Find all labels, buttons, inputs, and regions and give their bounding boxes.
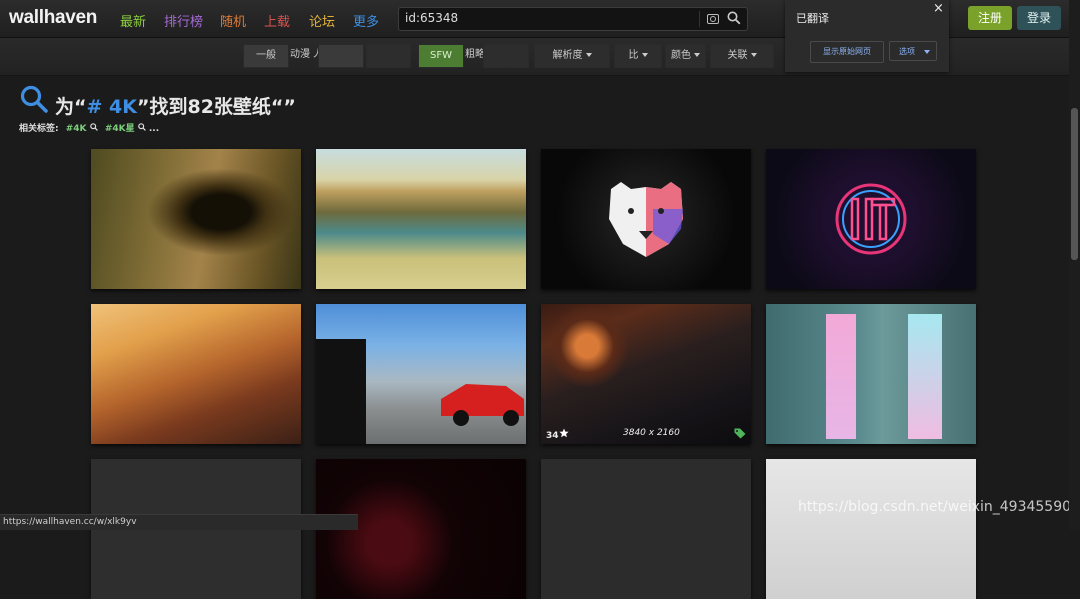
favorites-count[interactable]: 34 [546,428,569,441]
wallpaper-thumb-space-battleship[interactable]: 34 3840 x 2160 [541,304,751,444]
status-bar-url: https://wallhaven.cc/w/xlk9yv [0,514,358,530]
more-tags[interactable]: ... [149,124,159,134]
title-suffix: ”找到82张壁纸“” [136,96,296,118]
resolution-dropdown[interactable]: 解析度 [534,44,610,68]
star-icon [558,428,569,438]
sort-label: 关联 [727,50,748,61]
portal-door [908,314,942,439]
sports-car-icon [316,339,524,444]
translate-options-label: 选项 [899,47,915,56]
register-button[interactable]: 注册 [968,6,1012,30]
related-tag[interactable]: #4K星 [105,124,135,134]
nav-upload[interactable]: 上载 [264,11,290,30]
wallpaper-thumb-abstract-painting[interactable] [91,304,301,444]
thumb-info-bar: 34 3840 x 2160 [541,424,751,444]
wallpaper-thumb-forest-tree-hollow[interactable] [91,149,301,289]
ratio-label: 比 [628,50,639,61]
search-icon[interactable] [89,123,98,131]
translate-options-button[interactable]: 选项 [889,41,937,61]
title-prefix: 为“ [55,96,87,118]
search-icon [20,85,48,113]
close-icon[interactable]: × [933,1,944,16]
favorites-value: 34 [546,431,559,441]
nav-more[interactable]: 更多 [353,11,379,30]
filter-general-button[interactable]: 一般 [243,44,289,68]
nav-random[interactable]: 随机 [220,11,246,30]
search-input[interactable]: id:65348 [398,7,748,31]
polar-bear-logo-icon [609,182,683,257]
filter-sketchy-button[interactable] [483,44,529,68]
resolution-label: 3840 x 2160 [623,428,680,438]
nav-latest[interactable]: 最新 [120,11,146,30]
scrollbar-thumb[interactable] [1071,108,1078,260]
wallpaper-thumb-polar-bear-logo[interactable] [541,149,751,289]
scrollbar[interactable] [1069,0,1080,530]
chevron-down-icon [750,53,757,57]
chevron-down-icon [641,53,648,57]
sort-dropdown[interactable]: 关联 [710,44,774,68]
login-button[interactable]: 登录 [1017,6,1061,30]
nav-forum[interactable]: 论坛 [309,11,335,30]
related-tags-label: 相关标签: [19,124,59,134]
search-icon[interactable] [727,11,741,25]
wallpaper-thumb-village-bridge-lake[interactable] [316,149,526,289]
resolution-label: 解析度 [552,50,583,61]
show-original-button[interactable]: 显示原始网页 [810,41,884,63]
search-divider [699,11,700,27]
filter-people-button[interactable] [318,44,364,68]
wallpaper-thumb[interactable] [541,459,751,599]
page-title: 为“# 4K”找到82张壁纸“” [55,92,296,119]
chevron-down-icon [585,53,592,57]
color-label: 颜色 [671,50,691,61]
wallpaper-thumb-pastel-room-portals[interactable] [766,304,976,444]
search-icon[interactable] [137,123,146,131]
search-query[interactable]: id:65348 [405,11,458,25]
color-dropdown[interactable]: 颜色 [665,44,706,68]
filter-sketchy-label[interactable]: 粗略 [465,45,485,60]
wallpaper-thumb-neon-lt-logo[interactable] [766,149,976,289]
related-tags: 相关标签: #4K #4K星 ... [19,121,159,134]
chevron-down-icon [924,50,930,54]
portal-door [826,314,856,439]
related-tag[interactable]: #4K [66,124,87,134]
camera-icon[interactable] [707,14,719,24]
wallpaper-thumb[interactable] [766,459,976,599]
neon-lt-logo-icon [835,183,907,255]
translate-title: 已翻译 [796,12,829,25]
title-query[interactable]: # 4K [87,96,137,118]
watermark-text: https://blog.csdn.net/weixin_49345590 [798,499,1072,515]
translate-popup: 已翻译 × 显示原始网页 选项 [785,0,949,72]
filter-sfw-button[interactable]: SFW [418,44,464,68]
filter-extra-button[interactable] [366,44,411,68]
tags-icon[interactable] [734,428,746,439]
nav-toplist[interactable]: 排行榜 [164,11,203,30]
wallpaper-thumb-gta-v-street[interactable] [316,304,526,444]
chevron-down-icon [694,53,700,57]
logo[interactable]: wallhaven [9,7,97,29]
ratio-dropdown[interactable]: 比 [614,44,662,68]
